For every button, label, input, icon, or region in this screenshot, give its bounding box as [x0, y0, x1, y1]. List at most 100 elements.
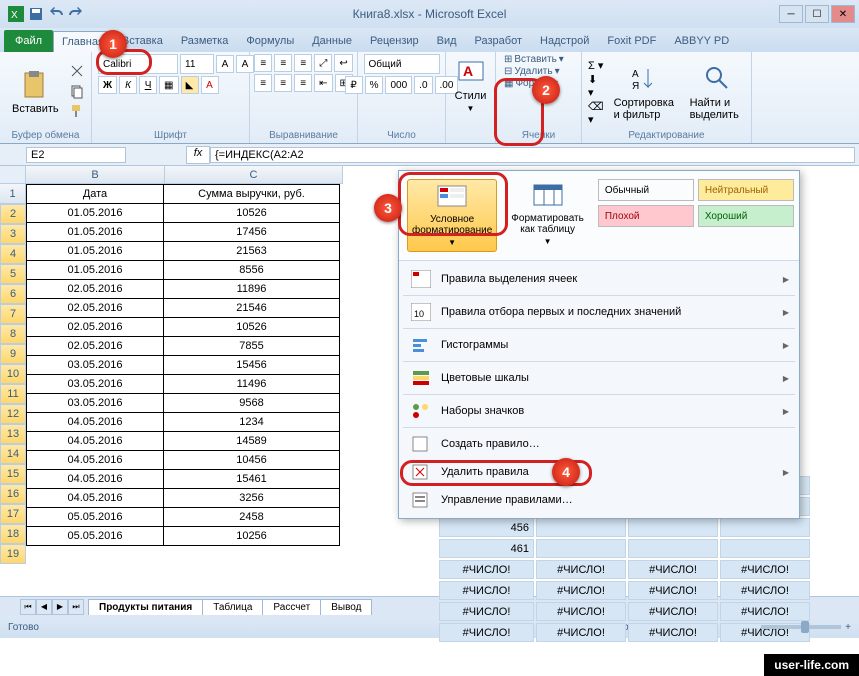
- name-box[interactable]: [26, 147, 126, 163]
- cell[interactable]: 02.05.2016: [27, 337, 164, 356]
- menu-highlight-rules[interactable]: Правила выделения ячеек▶: [399, 265, 799, 293]
- tab-view[interactable]: Вид: [428, 30, 466, 52]
- align-center-icon[interactable]: ≡: [274, 74, 292, 92]
- cell[interactable]: 04.05.2016: [27, 432, 164, 451]
- tab-addins[interactable]: Надстрой: [531, 30, 598, 52]
- row-header[interactable]: 7: [0, 304, 26, 324]
- row-header[interactable]: 4: [0, 244, 26, 264]
- cell[interactable]: 14589: [164, 432, 340, 451]
- border-button[interactable]: ▦: [159, 76, 178, 94]
- cell[interactable]: 2458: [164, 508, 340, 527]
- cell[interactable]: Сумма выручки, руб.: [164, 185, 340, 204]
- format-as-table-button[interactable]: Форматировать как таблицу▼: [507, 179, 588, 252]
- menu-new-rule[interactable]: Создать правило…: [399, 430, 799, 458]
- cell[interactable]: 03.05.2016: [27, 375, 164, 394]
- row-header[interactable]: 8: [0, 324, 26, 344]
- fx-button[interactable]: fx: [186, 146, 210, 164]
- cell[interactable]: 04.05.2016: [27, 451, 164, 470]
- row-header[interactable]: 11: [0, 384, 26, 404]
- cell[interactable]: 9568: [164, 394, 340, 413]
- align-middle-icon[interactable]: ≡: [274, 54, 292, 72]
- align-bottom-icon[interactable]: ≡: [294, 54, 312, 72]
- sort-filter-button[interactable]: АЯ Сортировка и фильтр: [608, 61, 680, 123]
- tab-abbyy[interactable]: ABBYY PD: [665, 30, 738, 52]
- find-select-button[interactable]: Найти и выделить: [684, 61, 752, 123]
- col-header-c[interactable]: C: [165, 166, 343, 184]
- cell[interactable]: 10456: [164, 451, 340, 470]
- cell[interactable]: 8556: [164, 261, 340, 280]
- currency-icon[interactable]: ₽: [345, 76, 363, 94]
- grow-font-icon[interactable]: A: [216, 55, 234, 73]
- insert-cells-button[interactable]: ⊞ Вставить ▾: [502, 54, 566, 65]
- align-left-icon[interactable]: ≡: [254, 74, 272, 92]
- tab-foxit[interactable]: Foxit PDF: [598, 30, 665, 52]
- cell[interactable]: 11896: [164, 280, 340, 299]
- tab-formulas[interactable]: Формулы: [237, 30, 303, 52]
- row-header[interactable]: 10: [0, 364, 26, 384]
- cell[interactable]: 02.05.2016: [27, 318, 164, 337]
- maximize-button[interactable]: ☐: [805, 5, 829, 23]
- zoom-in-button[interactable]: +: [845, 622, 851, 633]
- cell[interactable]: 7855: [164, 337, 340, 356]
- sheet-nav-last[interactable]: ⏭: [68, 599, 84, 615]
- col-header-b[interactable]: B: [26, 166, 165, 184]
- cell[interactable]: 11496: [164, 375, 340, 394]
- autosum-icon[interactable]: Σ ▾: [588, 59, 604, 72]
- font-size-select[interactable]: [180, 54, 214, 74]
- cell-style-bad[interactable]: Плохой: [598, 205, 694, 227]
- cell[interactable]: 04.05.2016: [27, 413, 164, 432]
- row-header[interactable]: 2: [0, 204, 26, 224]
- cell[interactable]: 01.05.2016: [27, 204, 164, 223]
- select-all-corner[interactable]: [0, 166, 26, 184]
- zoom-slider[interactable]: [761, 625, 841, 629]
- data-grid[interactable]: ДатаСумма выручки, руб.01.05.20161052601…: [26, 184, 340, 546]
- row-header[interactable]: 9: [0, 344, 26, 364]
- comma-icon[interactable]: 000: [385, 76, 412, 94]
- menu-data-bars[interactable]: Гистограммы▶: [399, 331, 799, 359]
- sheet-nav-prev[interactable]: ◀: [36, 599, 52, 615]
- number-format-select[interactable]: [364, 54, 440, 74]
- minimize-button[interactable]: ─: [779, 5, 803, 23]
- cell[interactable]: 10526: [164, 318, 340, 337]
- cell-style-neutral[interactable]: Нейтральный: [698, 179, 794, 201]
- cell[interactable]: 02.05.2016: [27, 299, 164, 318]
- tab-layout[interactable]: Разметка: [172, 30, 238, 52]
- row-header[interactable]: 5: [0, 264, 26, 284]
- cell[interactable]: 21546: [164, 299, 340, 318]
- sheet-tab-1[interactable]: Таблица: [202, 599, 263, 615]
- row-header[interactable]: 1: [0, 184, 26, 204]
- cell[interactable]: 17456: [164, 223, 340, 242]
- menu-manage-rules[interactable]: Управление правилами…: [399, 486, 799, 514]
- sheet-nav-first[interactable]: ⏮: [20, 599, 36, 615]
- cell[interactable]: 03.05.2016: [27, 356, 164, 375]
- cell[interactable]: 3256: [164, 489, 340, 508]
- delete-cells-button[interactable]: ⊟ Удалить ▾: [502, 66, 562, 77]
- inc-decimal-icon[interactable]: .0: [414, 76, 432, 94]
- row-header[interactable]: 17: [0, 504, 26, 524]
- row-header[interactable]: 6: [0, 284, 26, 304]
- cut-icon[interactable]: [69, 63, 85, 82]
- cell[interactable]: 1234: [164, 413, 340, 432]
- close-button[interactable]: ✕: [831, 5, 855, 23]
- cell[interactable]: 10256: [164, 527, 340, 546]
- tab-developer[interactable]: Разработ: [466, 30, 531, 52]
- clear-icon[interactable]: ⌫ ▾: [588, 100, 604, 126]
- menu-color-scales[interactable]: Цветовые шкалы▶: [399, 364, 799, 392]
- cell[interactable]: 02.05.2016: [27, 280, 164, 299]
- font-color-button[interactable]: A: [201, 76, 219, 94]
- italic-button[interactable]: К: [119, 76, 137, 94]
- fill-color-button[interactable]: ◣: [181, 76, 199, 94]
- cell[interactable]: Дата: [27, 185, 164, 204]
- row-header[interactable]: 18: [0, 524, 26, 544]
- orientation-icon[interactable]: ⤢: [314, 54, 332, 72]
- cell[interactable]: 04.05.2016: [27, 470, 164, 489]
- cell[interactable]: 05.05.2016: [27, 527, 164, 546]
- cell-style-normal[interactable]: Обычный: [598, 179, 694, 201]
- styles-button[interactable]: A Стили ▼: [452, 54, 489, 115]
- paste-button[interactable]: Вставить: [6, 67, 65, 117]
- sheet-nav-next[interactable]: ▶: [52, 599, 68, 615]
- cell[interactable]: 15461: [164, 470, 340, 489]
- save-icon[interactable]: [28, 6, 44, 22]
- menu-clear-rules[interactable]: Удалить правила▶: [399, 458, 799, 486]
- menu-icon-sets[interactable]: Наборы значков▶: [399, 397, 799, 425]
